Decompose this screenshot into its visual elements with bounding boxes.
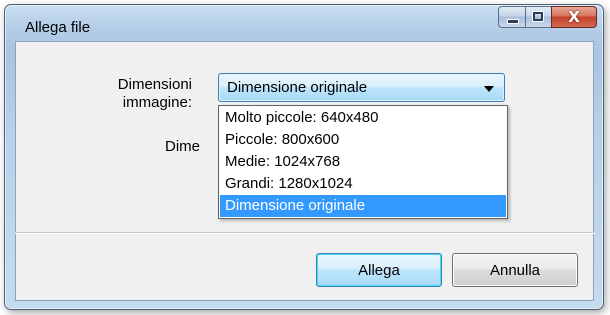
chevron-down-icon[interactable] — [484, 86, 494, 92]
minimize-icon — [507, 19, 519, 24]
footer-divider-highlight — [15, 233, 595, 234]
cancel-button[interactable]: Annulla — [452, 253, 578, 287]
dropdown-option-large[interactable]: Grandi: 1280x1024 — [220, 173, 506, 195]
title-bar[interactable]: Allega file X — [5, 5, 603, 36]
close-icon: X — [568, 8, 580, 26]
dropdown-option-medium[interactable]: Medie: 1024x768 — [220, 151, 506, 173]
dropdown-option-small[interactable]: Piccole: 800x600 — [220, 129, 506, 151]
image-size-dropdown-list: Molto piccole: 640x480 Piccole: 800x600 … — [218, 105, 508, 219]
dropdown-option-original-size[interactable]: Dimensione originale — [220, 195, 506, 217]
minimize-button[interactable] — [498, 6, 525, 28]
caption-buttons: X — [498, 6, 597, 28]
maximize-icon — [532, 11, 544, 22]
window-title: Allega file — [25, 19, 91, 36]
second-field-label: Dime — [165, 138, 201, 155]
maximize-button[interactable] — [525, 6, 551, 28]
close-button[interactable]: X — [551, 6, 597, 28]
image-size-select[interactable]: Dimensione originale — [218, 73, 505, 102]
dropdown-option-very-small[interactable]: Molto piccole: 640x480 — [220, 107, 506, 129]
image-size-label: Dimensioni immagine: — [117, 76, 192, 111]
image-size-select-value: Dimensione originale — [227, 79, 368, 96]
attach-button[interactable]: Allega — [316, 253, 442, 287]
